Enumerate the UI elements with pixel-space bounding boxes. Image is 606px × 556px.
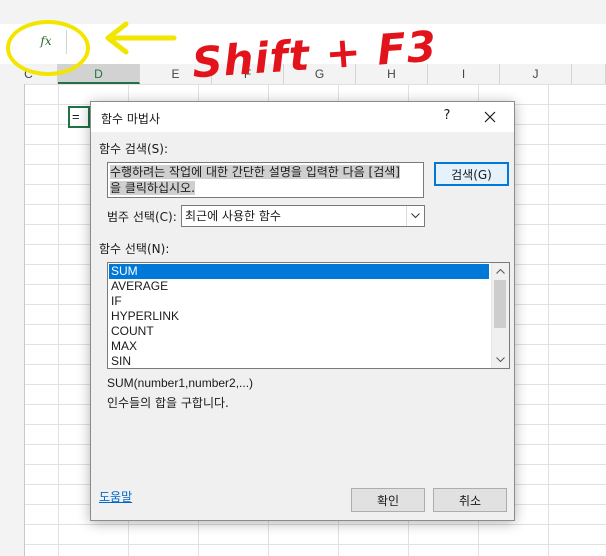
search-label: 함수 검색(S): (99, 142, 168, 156)
annotation-circle (6, 20, 90, 76)
function-listbox[interactable]: SUM AVERAGE IF HYPERLINK COUNT MAX SIN (107, 262, 510, 369)
list-item[interactable]: MAX (109, 339, 489, 354)
list-item[interactable]: SIN (109, 354, 489, 368)
list-item[interactable]: IF (109, 294, 489, 309)
list-item[interactable]: COUNT (109, 324, 489, 339)
category-select[interactable]: 최근에 사용한 함수 (181, 205, 425, 227)
row-headers (0, 84, 25, 556)
search-input-text: 을 클릭하십시오. (110, 181, 195, 195)
ribbon-bottom-edge (0, 0, 606, 25)
column-header[interactable]: I (428, 64, 500, 84)
scrollbar-thumb[interactable] (494, 280, 506, 328)
close-button[interactable] (477, 106, 503, 128)
chevron-down-icon[interactable] (406, 206, 424, 226)
column-header[interactable] (572, 64, 606, 84)
search-input-text: 수행하려는 작업에 대한 간단한 설명을 입력한 다음 [검색] (110, 165, 400, 179)
list-item[interactable]: SUM (109, 264, 489, 279)
category-value: 최근에 사용한 함수 (185, 209, 281, 223)
function-list-label: 함수 선택(N): (99, 242, 170, 256)
function-wizard-dialog: 함수 마법사 ? 함수 검색(S): 수행하려는 작업에 대한 간단한 설명을 … (90, 101, 515, 521)
search-input[interactable]: 수행하려는 작업에 대한 간단한 설명을 입력한 다음 [검색] 을 클릭하십시… (107, 162, 424, 198)
help-link[interactable]: 도움말 (99, 488, 132, 505)
cancel-button[interactable]: 취소 (433, 488, 507, 512)
dialog-titlebar[interactable]: 함수 마법사 ? (91, 102, 514, 132)
close-icon (484, 111, 496, 123)
annotation-arrow-icon (105, 21, 177, 55)
list-item[interactable]: AVERAGE (109, 279, 489, 294)
list-item[interactable]: HYPERLINK (109, 309, 489, 324)
ok-button[interactable]: 확인 (351, 488, 425, 512)
function-syntax: SUM(number1,number2,...) (107, 376, 254, 390)
help-button[interactable]: ? (437, 108, 457, 126)
scroll-up-icon[interactable] (492, 263, 509, 279)
dialog-title: 함수 마법사 (101, 112, 161, 126)
list-scrollbar[interactable] (491, 263, 509, 368)
category-label: 범주 선택(C): (107, 210, 177, 224)
function-description: 인수들의 합을 구합니다. (107, 396, 229, 410)
scroll-down-icon[interactable] (492, 352, 509, 368)
active-cell[interactable]: = (68, 106, 90, 128)
search-button[interactable]: 검색(G) (434, 162, 509, 186)
column-header[interactable]: J (500, 64, 572, 84)
